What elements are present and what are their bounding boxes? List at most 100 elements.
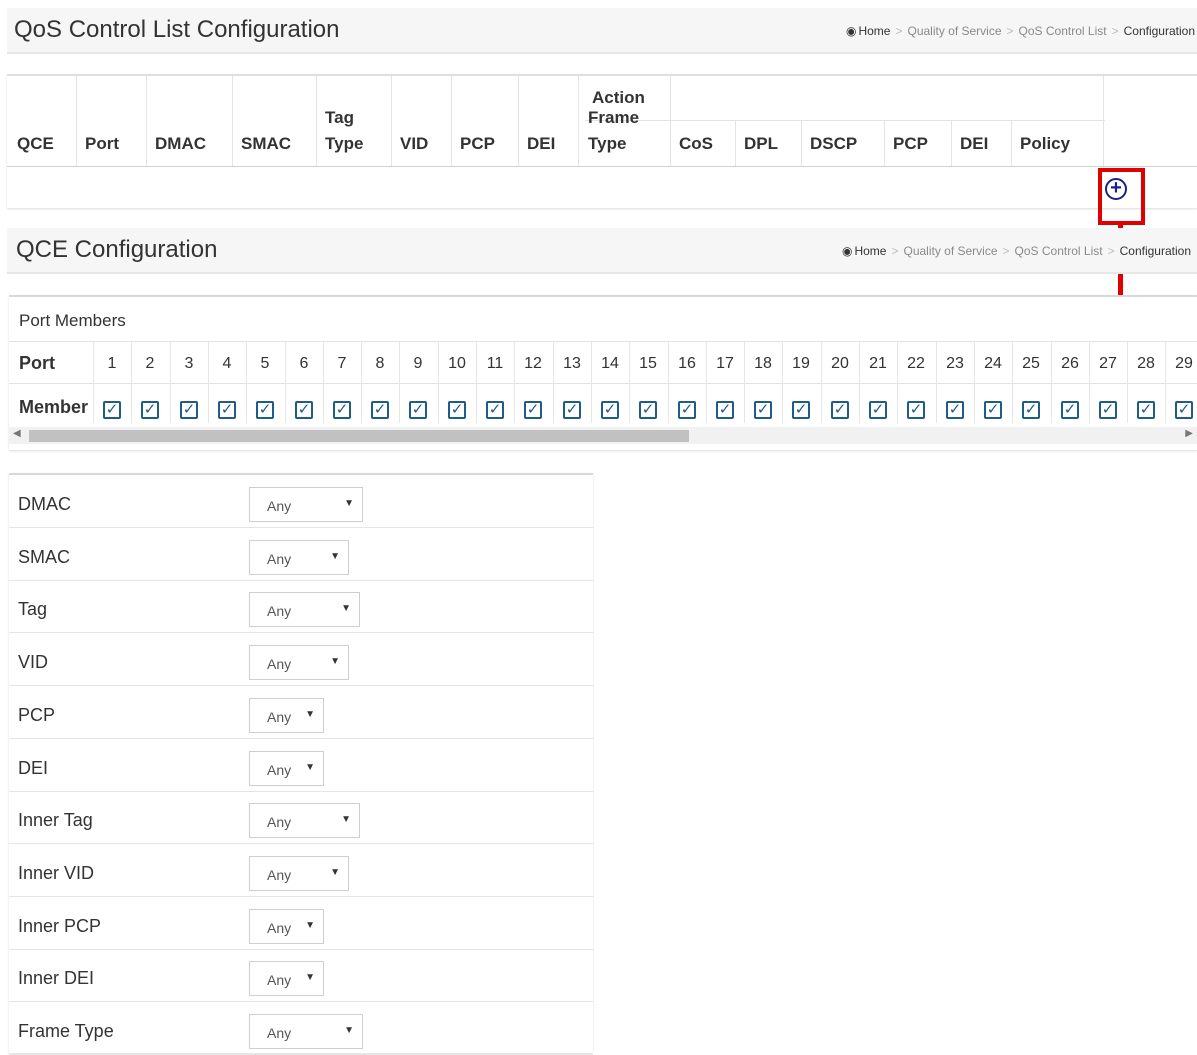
port-member-checkbox[interactable]: ✓ <box>103 401 121 419</box>
port-member-checkbox[interactable]: ✓ <box>1137 401 1155 419</box>
form-row: Inner DEI Any ▼ <box>9 949 593 1003</box>
port-number: 24 <box>984 355 1002 372</box>
port-member-checkbox[interactable]: ✓ <box>563 401 581 419</box>
form-label: Inner PCP <box>18 915 102 936</box>
filter-select[interactable]: Any ▼ <box>249 908 324 944</box>
member-row-label: Member <box>19 397 89 417</box>
scroll-right-icon[interactable]: ▶ <box>1185 428 1193 439</box>
port-member-checkbox[interactable]: ✓ <box>371 401 389 419</box>
port-number: 2 <box>145 355 155 372</box>
page-title: QoS Control List Configuration <box>14 16 340 43</box>
col-action: Action <box>592 88 645 107</box>
port-member-checkbox[interactable]: ✓ <box>639 401 657 419</box>
port-member-checkbox[interactable]: ✓ <box>256 401 274 419</box>
scroll-left-icon[interactable]: ◀ <box>13 428 21 439</box>
col-dscp: DSCP <box>810 134 858 153</box>
form-row: DMAC Any ▼ <box>9 475 593 528</box>
port-member-checkbox[interactable]: ✓ <box>946 401 964 419</box>
port-member-checkbox[interactable]: ✓ <box>218 401 236 419</box>
form-row: DEI Any ▼ <box>9 739 593 792</box>
port-number: 18 <box>754 355 772 372</box>
caret-down-icon: ▼ <box>330 866 340 878</box>
port-member-checkbox[interactable]: ✓ <box>180 401 198 419</box>
port-member-checkbox[interactable]: ✓ <box>486 401 504 419</box>
port-member-checkbox[interactable]: ✓ <box>1175 401 1193 419</box>
col-vid: VID <box>400 134 429 153</box>
port-member-checkbox[interactable]: ✓ <box>601 401 619 419</box>
port-member-checkbox[interactable]: ✓ <box>1022 401 1040 419</box>
breadcrumb-home[interactable]: Home <box>858 24 890 38</box>
col-dpl: DPL <box>744 134 778 153</box>
form-label: PCP <box>18 704 56 725</box>
port-number: 17 <box>716 355 734 372</box>
port-number: 16 <box>678 355 696 372</box>
select-value: Any <box>267 603 292 620</box>
caret-down-icon: ▼ <box>341 603 351 615</box>
col-action-pcp: PCP <box>893 134 928 153</box>
form-row: PCP Any ▼ <box>9 686 593 739</box>
port-member-checkbox[interactable]: ✓ <box>1099 401 1117 419</box>
qce-header: QCE Configuration ◉ Home > Quality of Servi… <box>7 228 1197 274</box>
port-member-checkbox[interactable]: ✓ <box>754 401 772 419</box>
port-number: 9 <box>413 355 423 372</box>
caret-down-icon: ▼ <box>305 919 315 931</box>
filter-select[interactable]: Any ▼ <box>249 592 360 628</box>
filter-select[interactable]: Any ▼ <box>249 539 349 575</box>
filter-select[interactable]: Any ▼ <box>249 750 324 786</box>
port-member-checkbox[interactable]: ✓ <box>831 401 849 419</box>
port-number: 29 <box>1175 355 1193 372</box>
filter-select[interactable]: Any ▼ <box>249 1014 363 1049</box>
port-number: 13 <box>563 355 581 372</box>
port-member-checkbox[interactable]: ✓ <box>716 401 734 419</box>
port-member-checkbox[interactable]: ✓ <box>984 401 1002 419</box>
port-member-checkbox[interactable]: ✓ <box>448 401 466 419</box>
port-member-checkbox[interactable]: ✓ <box>141 401 159 419</box>
qcl-header: QoS Control List Configuration ◉ Home > Qua… <box>7 8 1197 54</box>
select-value: Any <box>267 550 292 567</box>
breadcrumb-current: Configuration <box>1119 244 1191 258</box>
port-number: 23 <box>946 355 964 372</box>
col-action-dei: DEI <box>960 134 989 153</box>
port-number: 12 <box>524 355 542 372</box>
port-member-checkbox[interactable]: ✓ <box>792 401 810 419</box>
select-value: Any <box>267 1025 292 1041</box>
filter-select[interactable]: Any ▼ <box>249 803 360 839</box>
horizontal-scrollbar[interactable]: ◀ ▶ <box>9 427 1197 444</box>
port-member-checkbox[interactable]: ✓ <box>295 401 313 419</box>
select-value: Any <box>267 866 292 883</box>
select-value: Any <box>267 708 292 725</box>
port-member-checkbox[interactable]: ✓ <box>524 401 542 419</box>
filter-select[interactable]: Any ▼ <box>249 645 349 681</box>
breadcrumb: ◉ Home > Quality of Service > QoS Control Lis… <box>841 244 1191 258</box>
port-number: 19 <box>792 355 810 372</box>
port-number: 6 <box>299 355 309 372</box>
col-tag-type-1: Tag <box>325 108 354 127</box>
caret-down-icon: ▼ <box>330 656 340 668</box>
port-number: 20 <box>831 355 849 372</box>
filter-select[interactable]: Any ▼ <box>249 697 324 733</box>
breadcrumb-qos[interactable]: Quality of Service <box>903 244 997 258</box>
port-member-checkbox[interactable]: ✓ <box>869 401 887 419</box>
form-row: Inner PCP Any ▼ <box>9 897 593 950</box>
port-number: 8 <box>375 355 385 372</box>
caret-down-icon: ▼ <box>305 972 315 984</box>
filter-select[interactable]: Any ▼ <box>249 487 363 522</box>
form-row: VID Any ▼ <box>9 633 593 687</box>
form-label: DMAC <box>18 494 71 514</box>
port-member-checkbox[interactable]: ✓ <box>678 401 696 419</box>
breadcrumb-qos[interactable]: Quality of Service <box>907 24 1001 38</box>
breadcrumb-qcl[interactable]: QoS Control List <box>1019 24 1107 38</box>
breadcrumb-home[interactable]: Home <box>854 244 886 258</box>
col-frame-type-1: Frame <box>588 108 640 127</box>
port-number: 3 <box>184 355 194 372</box>
scrollbar-thumb[interactable] <box>29 430 689 442</box>
port-member-checkbox[interactable]: ✓ <box>409 401 427 419</box>
port-member-checkbox[interactable]: ✓ <box>333 401 351 419</box>
filter-select[interactable]: Any ▼ <box>249 855 349 891</box>
port-number: 21 <box>869 355 887 372</box>
form-row: Inner VID Any ▼ <box>9 844 593 897</box>
filter-select[interactable]: Any ▼ <box>249 961 324 997</box>
port-member-checkbox[interactable]: ✓ <box>1061 401 1079 419</box>
port-member-checkbox[interactable]: ✓ <box>907 401 925 419</box>
breadcrumb-qcl[interactable]: QoS Control List <box>1015 244 1103 258</box>
